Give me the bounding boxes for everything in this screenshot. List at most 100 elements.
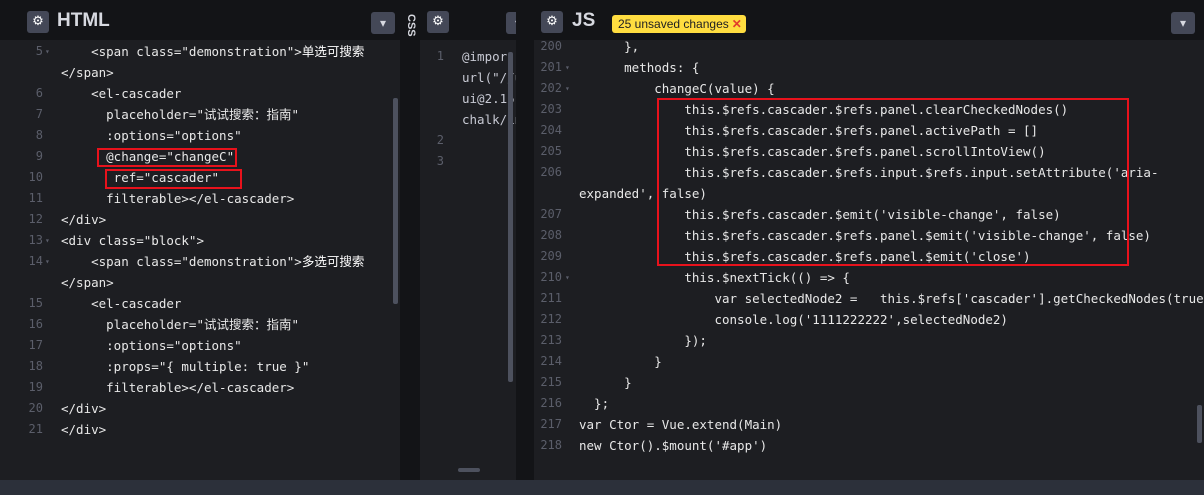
code-line: 19 filterable></el-cascader> bbox=[0, 377, 400, 398]
code-text: placeholder="试试搜索：指南" bbox=[61, 104, 299, 125]
line-number: 206 bbox=[540, 165, 562, 179]
line-number: 10 bbox=[28, 170, 43, 184]
code-token: 多选可搜索 bbox=[301, 254, 365, 269]
code-text: this.$refs.cascader.$refs.panel.$emit('c… bbox=[579, 249, 1031, 264]
code-token: 试试搜索：指南 bbox=[204, 317, 292, 332]
code-line: 12 </div> bbox=[0, 209, 400, 230]
fold-arrow-icon[interactable]: ▾ bbox=[45, 230, 55, 251]
code-token: " bbox=[291, 107, 300, 122]
line-number: 204 bbox=[540, 123, 562, 137]
line-number: 6 bbox=[35, 86, 43, 100]
code-token: filterable></el-cascader> bbox=[61, 191, 295, 206]
html-vertical-scrollbar[interactable] bbox=[393, 98, 398, 304]
js-editor-panel: ⚙ JS 25 unsaved changes ✕ ▾ 200 }, 201 ▾ me… bbox=[534, 0, 1204, 480]
code-token: </div> bbox=[61, 422, 107, 437]
line-number: 208 bbox=[540, 228, 562, 242]
code-text: this.$refs.cascader.$refs.panel.$emit('v… bbox=[579, 228, 1151, 243]
line-number: 218 bbox=[540, 438, 562, 452]
code-text: } bbox=[579, 375, 632, 390]
line-number: 5 bbox=[35, 44, 43, 58]
line-number: 17 bbox=[28, 338, 43, 352]
html-code-area[interactable]: 5 ▾ <span class="demonstration">单选可搜索 </sp… bbox=[0, 40, 400, 480]
line-number: 21 bbox=[28, 422, 43, 436]
line-number: 217 bbox=[540, 417, 562, 431]
html-settings-gear-icon[interactable]: ⚙ bbox=[27, 11, 49, 33]
css-vertical-scrollbar[interactable] bbox=[508, 52, 513, 382]
html-panel-title: HTML bbox=[57, 10, 110, 31]
css-editor-panel: ⚙ ▾ 1 @impor url("//uui@2.15.chalk/in 2 3 bbox=[420, 0, 516, 480]
code-line: 10 ref="cascader" bbox=[0, 167, 400, 188]
code-line: 207 this.$refs.cascader.$emit('visible-c… bbox=[534, 204, 1204, 225]
code-line: 213 }); bbox=[534, 330, 1204, 351]
html-editor-panel: ⚙ HTML ▾ 5 ▾ <span class="demonstration">… bbox=[0, 0, 400, 480]
line-number: 203 bbox=[540, 102, 562, 116]
fold-arrow-icon[interactable]: ▾ bbox=[565, 78, 575, 99]
code-line: 203 this.$refs.cascader.$refs.panel.clea… bbox=[534, 99, 1204, 120]
css-collapse-chevron-down-icon[interactable]: ▾ bbox=[506, 12, 516, 34]
code-line: </span> bbox=[0, 272, 400, 293]
line-number: 3 bbox=[436, 154, 444, 168]
code-line: 21 </div> bbox=[0, 419, 400, 440]
line-number: 201 bbox=[540, 60, 562, 74]
code-text: this.$refs.cascader.$refs.panel.clearChe… bbox=[579, 102, 1069, 117]
code-text: methods: { bbox=[579, 60, 700, 75]
code-text: <span class="demonstration">多选可搜索 bbox=[61, 251, 364, 272]
code-token: " bbox=[291, 317, 300, 332]
code-text: ref="cascader" bbox=[61, 167, 219, 188]
line-number: 14 bbox=[28, 254, 43, 268]
code-text: this.$refs.cascader.$emit('visible-chang… bbox=[579, 207, 1061, 222]
fold-arrow-icon[interactable]: ▾ bbox=[45, 41, 55, 62]
code-line: 201 ▾ methods: { bbox=[534, 57, 1204, 78]
code-text: @change="changeC" bbox=[61, 146, 234, 167]
css-settings-gear-icon[interactable]: ⚙ bbox=[427, 11, 449, 33]
css-panel-strip[interactable]: CSS bbox=[400, 0, 420, 480]
code-text: </span> bbox=[61, 272, 114, 293]
js-code-area[interactable]: 200 }, 201 ▾ methods: {202 ▾ changeC(value)… bbox=[534, 39, 1204, 480]
code-line: 3 bbox=[420, 151, 516, 172]
code-token: :props="{ multiple: true }" bbox=[61, 359, 310, 374]
js-settings-gear-icon[interactable]: ⚙ bbox=[541, 11, 563, 33]
code-token: :options="options" bbox=[61, 128, 242, 143]
code-token: placeholder=" bbox=[61, 317, 204, 332]
code-text: <div class="block"> bbox=[61, 230, 204, 251]
code-token: <span class="demonstration"> bbox=[61, 44, 302, 59]
unsaved-changes-badge[interactable]: 25 unsaved changes ✕ bbox=[612, 15, 746, 33]
code-line: 212 console.log('1111222222',selectedNod… bbox=[534, 309, 1204, 330]
code-line: </span> bbox=[0, 62, 400, 83]
line-number: 8 bbox=[35, 128, 43, 142]
line-number: 216 bbox=[540, 396, 562, 410]
code-text: var selectedNode2 = this.$refs['cascader… bbox=[579, 291, 1204, 306]
css-strip-label[interactable]: CSS bbox=[403, 14, 417, 37]
css-code-area[interactable]: 1 @impor url("//uui@2.15.chalk/in 2 3 bbox=[420, 40, 516, 480]
code-line: 209 this.$refs.cascader.$refs.panel.$emi… bbox=[534, 246, 1204, 267]
close-icon[interactable]: ✕ bbox=[732, 17, 742, 31]
code-text: <el-cascader bbox=[61, 83, 181, 104]
fold-arrow-icon[interactable]: ▾ bbox=[565, 267, 575, 288]
code-line: 202 ▾ changeC(value) { bbox=[534, 78, 1204, 99]
js-panel-header: ⚙ JS 25 unsaved changes ✕ ▾ bbox=[534, 0, 1204, 40]
code-text: @impor bbox=[462, 49, 508, 64]
code-text: </div> bbox=[61, 419, 106, 440]
code-line: 17 :options="options" bbox=[0, 335, 400, 356]
code-token: </span> bbox=[61, 275, 114, 290]
js-vertical-scrollbar[interactable] bbox=[1197, 405, 1202, 443]
js-collapse-chevron-down-icon[interactable]: ▾ bbox=[1171, 12, 1195, 34]
line-number: 215 bbox=[540, 375, 562, 389]
code-text: this.$refs.cascader.$refs.panel.scrollIn… bbox=[579, 144, 1046, 159]
fold-arrow-icon[interactable]: ▾ bbox=[565, 57, 575, 78]
code-token: </div> bbox=[61, 212, 107, 227]
code-token: <el-cascader bbox=[61, 296, 182, 311]
code-line: chalk/in bbox=[420, 109, 516, 130]
code-text: this.$refs.cascader.$refs.input.$refs.in… bbox=[579, 165, 1159, 180]
code-line: url("//u bbox=[420, 67, 516, 88]
css-js-divider[interactable] bbox=[516, 0, 534, 480]
code-text: filterable></el-cascader> bbox=[61, 188, 294, 209]
code-text: <el-cascader bbox=[61, 293, 181, 314]
html-collapse-chevron-down-icon[interactable]: ▾ bbox=[371, 12, 395, 34]
css-horizontal-scrollbar[interactable] bbox=[458, 468, 480, 472]
code-line: 215 } bbox=[534, 372, 1204, 393]
line-number: 13 bbox=[28, 233, 43, 247]
code-line: 200 }, bbox=[534, 36, 1204, 57]
fold-arrow-icon[interactable]: ▾ bbox=[45, 251, 55, 272]
code-text: console.log('1111222222',selectedNode2) bbox=[579, 312, 1008, 327]
